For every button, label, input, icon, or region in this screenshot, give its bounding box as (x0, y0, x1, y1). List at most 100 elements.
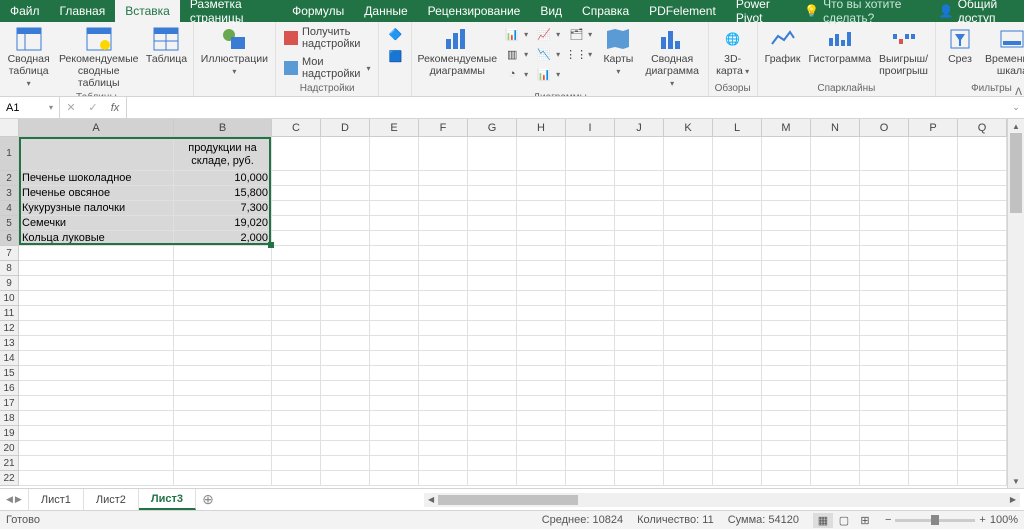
cell-H18[interactable] (517, 411, 566, 426)
cell-B18[interactable] (174, 411, 272, 426)
cell-D19[interactable] (321, 426, 370, 441)
cell-B3[interactable]: 15,800 (174, 186, 272, 201)
cell-E18[interactable] (370, 411, 419, 426)
cell-N18[interactable] (811, 411, 860, 426)
cell-O18[interactable] (860, 411, 909, 426)
cell-E1[interactable] (370, 137, 419, 171)
cell-E22[interactable] (370, 471, 419, 486)
cell-G10[interactable] (468, 291, 517, 306)
cell-I14[interactable] (566, 351, 615, 366)
cell-M5[interactable] (762, 216, 811, 231)
cell-N5[interactable] (811, 216, 860, 231)
cell-G16[interactable] (468, 381, 517, 396)
cell-D15[interactable] (321, 366, 370, 381)
cell-C6[interactable] (272, 231, 321, 246)
cell-B11[interactable] (174, 306, 272, 321)
cell-P4[interactable] (909, 201, 958, 216)
row-header-5[interactable]: 5 (0, 216, 19, 231)
sparkline-line-button[interactable]: График (762, 24, 804, 67)
cell-L2[interactable] (713, 171, 762, 186)
row-header-18[interactable]: 18 (0, 411, 19, 426)
cell-D4[interactable] (321, 201, 370, 216)
cell-C7[interactable] (272, 246, 321, 261)
cell-C19[interactable] (272, 426, 321, 441)
cell-I3[interactable] (566, 186, 615, 201)
cell-D11[interactable] (321, 306, 370, 321)
row-header-13[interactable]: 13 (0, 336, 19, 351)
cell-Q11[interactable] (958, 306, 1007, 321)
cell-M20[interactable] (762, 441, 811, 456)
cell-B7[interactable] (174, 246, 272, 261)
cell-C2[interactable] (272, 171, 321, 186)
col-header-L[interactable]: L (713, 119, 762, 137)
cell-J22[interactable] (615, 471, 664, 486)
bar-chart-button[interactable]: ▥ (500, 44, 532, 64)
cell-G18[interactable] (468, 411, 517, 426)
cell-E20[interactable] (370, 441, 419, 456)
cell-G5[interactable] (468, 216, 517, 231)
cell-D13[interactable] (321, 336, 370, 351)
cell-P10[interactable] (909, 291, 958, 306)
cell-I8[interactable] (566, 261, 615, 276)
cell-B12[interactable] (174, 321, 272, 336)
tab-page-layout[interactable]: Разметка страницы (180, 0, 282, 22)
cell-B4[interactable]: 7,300 (174, 201, 272, 216)
cell-H7[interactable] (517, 246, 566, 261)
cell-M3[interactable] (762, 186, 811, 201)
cell-O22[interactable] (860, 471, 909, 486)
cell-L4[interactable] (713, 201, 762, 216)
cell-K2[interactable] (664, 171, 713, 186)
cell-Q10[interactable] (958, 291, 1007, 306)
cell-H3[interactable] (517, 186, 566, 201)
cell-C1[interactable] (272, 137, 321, 171)
cell-I16[interactable] (566, 381, 615, 396)
cell-B22[interactable] (174, 471, 272, 486)
col-header-O[interactable]: O (860, 119, 909, 137)
cell-J18[interactable] (615, 411, 664, 426)
cell-G7[interactable] (468, 246, 517, 261)
cell-P6[interactable] (909, 231, 958, 246)
tab-view[interactable]: Вид (530, 0, 572, 22)
col-header-F[interactable]: F (419, 119, 468, 137)
cell-G9[interactable] (468, 276, 517, 291)
cell-P16[interactable] (909, 381, 958, 396)
sheet-tab-2[interactable]: Лист2 (84, 489, 139, 510)
row-header-11[interactable]: 11 (0, 306, 19, 321)
cell-B9[interactable] (174, 276, 272, 291)
row-header-2[interactable]: 2 (0, 171, 19, 186)
cell-O20[interactable] (860, 441, 909, 456)
row-header-20[interactable]: 20 (0, 441, 19, 456)
cell-P14[interactable] (909, 351, 958, 366)
cell-J21[interactable] (615, 456, 664, 471)
cell-I21[interactable] (566, 456, 615, 471)
cell-I20[interactable] (566, 441, 615, 456)
cell-O17[interactable] (860, 396, 909, 411)
illustrations-button[interactable]: Иллюстрации (198, 24, 271, 79)
cell-F7[interactable] (419, 246, 468, 261)
cell-E8[interactable] (370, 261, 419, 276)
cell-B2[interactable]: 10,000 (174, 171, 272, 186)
tab-power-pivot[interactable]: Power Pivot (726, 0, 794, 22)
cell-O7[interactable] (860, 246, 909, 261)
cell-E6[interactable] (370, 231, 419, 246)
row-header-12[interactable]: 12 (0, 321, 19, 336)
cell-H9[interactable] (517, 276, 566, 291)
cell-G12[interactable] (468, 321, 517, 336)
cell-G8[interactable] (468, 261, 517, 276)
cell-O13[interactable] (860, 336, 909, 351)
tab-data[interactable]: Данные (354, 0, 417, 22)
scroll-right-button[interactable]: ▶ (1006, 493, 1020, 507)
cell-C11[interactable] (272, 306, 321, 321)
cell-O6[interactable] (860, 231, 909, 246)
cell-P17[interactable] (909, 396, 958, 411)
col-header-C[interactable]: C (272, 119, 321, 137)
cell-D6[interactable] (321, 231, 370, 246)
page-layout-view-button[interactable]: ▢ (834, 513, 854, 528)
cell-P8[interactable] (909, 261, 958, 276)
cell-H5[interactable] (517, 216, 566, 231)
tab-review[interactable]: Рецензирование (418, 0, 531, 22)
cell-G22[interactable] (468, 471, 517, 486)
row-header-6[interactable]: 6 (0, 231, 19, 246)
cell-Q7[interactable] (958, 246, 1007, 261)
recommended-pivot-button[interactable]: Рекомендуемые сводные таблицы (55, 24, 142, 91)
